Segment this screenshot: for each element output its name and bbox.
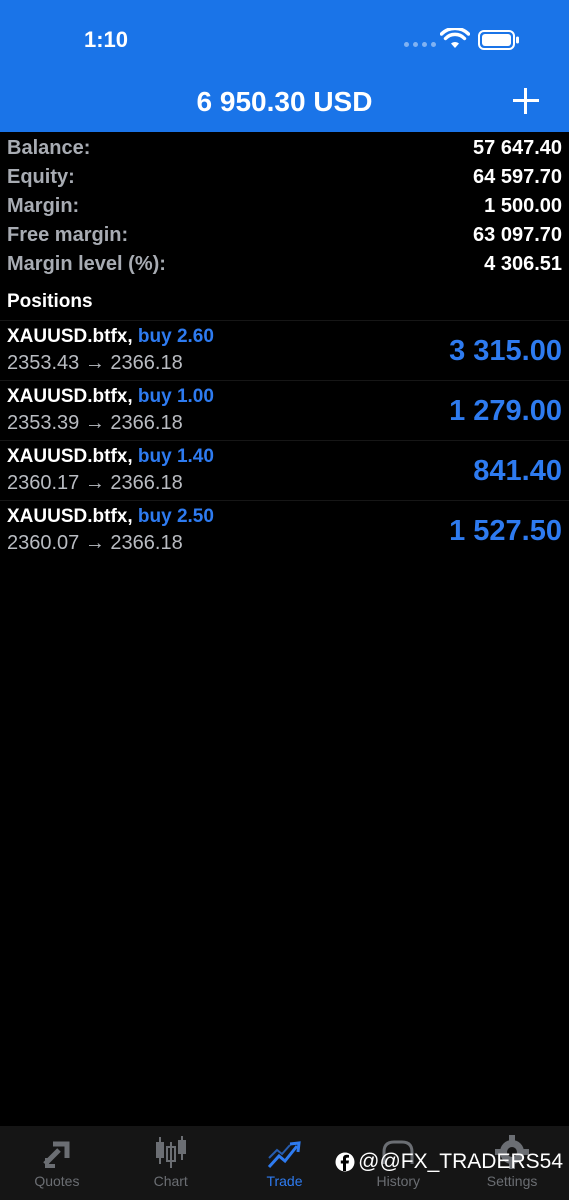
summary-value: 4 306.51 bbox=[484, 253, 562, 275]
position-side-volume: buy 2.50 bbox=[137, 506, 214, 527]
position-row[interactable]: XAUUSD.btfx, buy 1.40 2360.17 → 2366.18 … bbox=[0, 440, 569, 500]
watermark-text: @@FX_TRADERS54 bbox=[358, 1150, 563, 1173]
candlestick-icon bbox=[155, 1136, 186, 1168]
position-symbol: XAUUSD.btfx, bbox=[7, 446, 133, 467]
positions-list: XAUUSD.btfx, buy 2.60 2353.43 → 2366.18 … bbox=[0, 320, 569, 560]
cellular-signal-icon bbox=[404, 42, 436, 47]
tab-label: Chart bbox=[153, 1173, 188, 1189]
summary-row-equity: Equity: 64 597.70 bbox=[0, 163, 569, 192]
summary-label: Margin: bbox=[7, 195, 80, 217]
position-prices: 2360.07 → 2366.18 bbox=[7, 532, 183, 554]
summary-row-margin: Margin: 1 500.00 bbox=[0, 192, 569, 221]
position-row[interactable]: XAUUSD.btfx, buy 2.60 2353.43 → 2366.18 … bbox=[0, 320, 569, 380]
summary-value: 63 097.70 bbox=[473, 224, 562, 246]
position-side-volume: buy 2.60 bbox=[137, 326, 214, 347]
tab-label: History bbox=[376, 1173, 421, 1189]
trend-chart-icon bbox=[268, 1141, 302, 1169]
account-profit-title: 6 950.30 USD bbox=[196, 86, 373, 117]
position-symbol: XAUUSD.btfx, bbox=[7, 386, 133, 407]
quotes-arrows-icon bbox=[43, 1141, 70, 1168]
position-profit: 841.40 bbox=[473, 455, 562, 487]
summary-label: Free margin: bbox=[7, 224, 129, 246]
position-profit: 3 315.00 bbox=[449, 335, 562, 367]
summary-row-balance: Balance: 57 647.40 bbox=[0, 134, 569, 163]
tab-label: Quotes bbox=[34, 1173, 80, 1189]
position-prices: 2360.17 → 2366.18 bbox=[7, 472, 183, 494]
position-prices: 2353.43 → 2366.18 bbox=[7, 352, 183, 374]
tab-label: Settings bbox=[486, 1173, 538, 1189]
status-bar: 1:10 bbox=[0, 0, 569, 76]
positions-header: Positions bbox=[7, 291, 93, 312]
wifi-icon bbox=[440, 28, 470, 48]
summary-row-margin-level: Margin level (%): 4 306.51 bbox=[0, 250, 569, 279]
position-side-volume: buy 1.40 bbox=[137, 446, 214, 467]
summary-row-free-margin: Free margin: 63 097.70 bbox=[0, 221, 569, 250]
add-order-button[interactable] bbox=[511, 86, 541, 116]
position-prices: 2353.39 → 2366.18 bbox=[7, 412, 183, 434]
position-symbol: XAUUSD.btfx, bbox=[7, 506, 133, 527]
position-profit: 1 527.50 bbox=[449, 515, 562, 547]
position-row[interactable]: XAUUSD.btfx, buy 2.50 2360.07 → 2366.18 … bbox=[0, 500, 569, 560]
position-side-volume: buy 1.00 bbox=[137, 386, 214, 407]
summary-value: 64 597.70 bbox=[473, 166, 562, 188]
position-row[interactable]: XAUUSD.btfx, buy 1.00 2353.39 → 2366.18 … bbox=[0, 380, 569, 440]
watermark: @@FX_TRADERS54 bbox=[335, 1149, 563, 1175]
summary-label: Equity: bbox=[7, 166, 75, 188]
position-profit: 1 279.00 bbox=[449, 395, 562, 427]
tab-quotes[interactable]: Quotes bbox=[0, 1126, 114, 1200]
facebook-icon bbox=[335, 1152, 355, 1172]
battery-icon bbox=[478, 30, 519, 50]
tab-label: Trade bbox=[266, 1173, 303, 1189]
summary-label: Balance: bbox=[7, 137, 91, 159]
tab-trade[interactable]: Trade bbox=[228, 1126, 342, 1200]
summary-value: 1 500.00 bbox=[484, 195, 562, 217]
summary-value: 57 647.40 bbox=[473, 137, 562, 159]
summary-label: Margin level (%): bbox=[7, 253, 166, 275]
tab-chart[interactable]: Chart bbox=[114, 1126, 228, 1200]
account-summary: Balance: 57 647.40 Equity: 64 597.70 Mar… bbox=[0, 134, 569, 279]
position-symbol: XAUUSD.btfx, bbox=[7, 326, 133, 347]
status-time: 1:10 bbox=[84, 27, 129, 52]
nav-bar: 6 950.30 USD bbox=[0, 76, 569, 132]
